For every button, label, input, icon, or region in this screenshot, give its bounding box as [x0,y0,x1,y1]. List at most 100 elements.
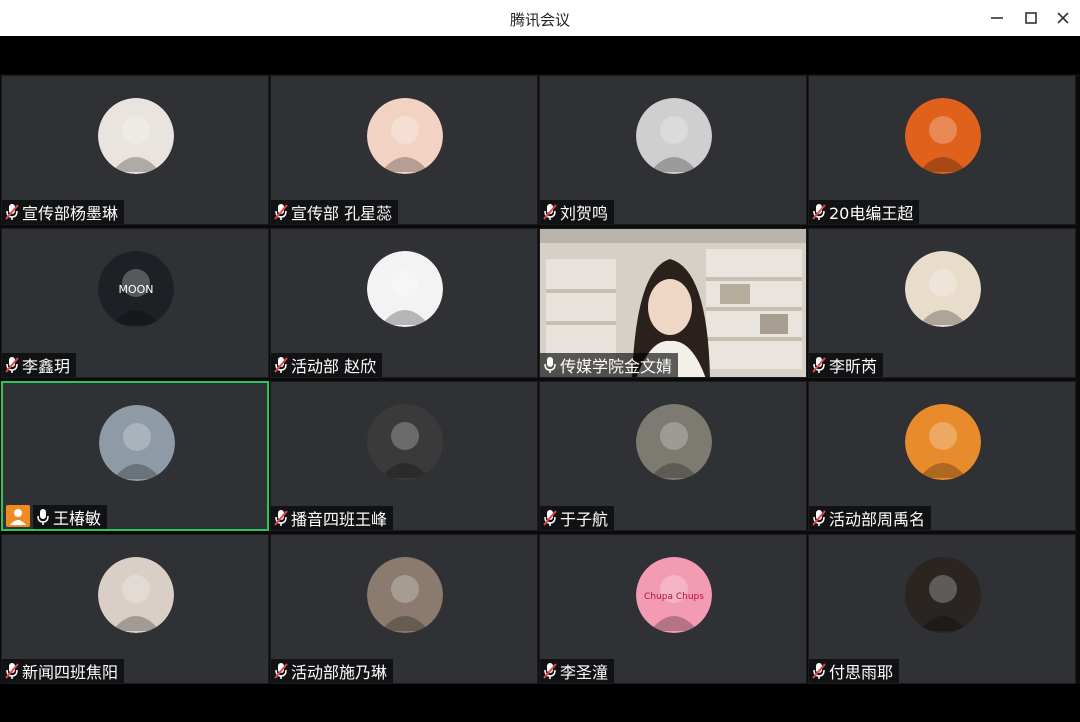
mic-muted-icon [5,357,19,373]
mic-muted-icon [812,204,826,220]
avatar-text: Chupa Chups [644,592,704,602]
anime-boy-avatar [905,404,981,480]
participant-avatar: Chupa Chups [636,557,712,633]
participant-name-bar: 宣传部 孔星蕊 [271,200,399,224]
mic-muted-icon [5,663,19,679]
participant-avatar [905,404,981,480]
participant-avatar: MOON [98,251,174,327]
participant-tile[interactable]: 传媒学院金文婧 [539,228,807,378]
participant-avatar [99,405,175,481]
participant-name: 活动部施乃琳 [291,663,388,682]
participant-name-bar: 李圣潼 [540,659,615,683]
participant-tile[interactable]: 宣传部 孔星蕊 [270,75,538,225]
participant-name: 播音四班王峰 [291,510,388,529]
participant-tile[interactable]: 活动部 赵欣 [270,228,538,378]
mic-muted-icon [274,357,288,373]
maximize-icon [1025,12,1037,24]
participant-avatar [636,98,712,174]
participant-name-bar: 20电编王超 [809,200,920,224]
moon-logo-avatar: MOON [98,251,174,327]
mic-muted-icon [274,204,288,220]
participant-name: 传媒学院金文婧 [560,357,673,376]
cap-boy-avatar [636,98,712,174]
mic-icon [544,357,556,373]
clothes-rack-avatar [99,405,175,481]
participant-name: 王椿敏 [53,509,102,528]
participant-tile[interactable]: 于子航 [539,381,807,531]
mic-muted-icon [812,510,826,526]
plush-toy-avatar [905,251,981,327]
participant-tile[interactable]: 20电编王超 [808,75,1076,225]
participant-name: 于子航 [560,510,609,529]
participant-avatar [367,557,443,633]
hiding-face-avatar [367,404,443,480]
participant-avatar [905,251,981,327]
mic-muted-icon [812,663,826,679]
participant-name-bar: 活动部周禹名 [809,506,932,530]
participant-avatar [367,98,443,174]
top-black-band [0,36,1080,74]
participant-tile[interactable]: 活动部施乃琳 [270,534,538,684]
participant-name-bar: 李昕芮 [809,353,884,377]
participant-name: 宣传部杨墨琳 [22,204,119,223]
close-icon [1057,12,1069,24]
mic-muted-icon [543,510,557,526]
red-hair-girl-avatar [98,98,174,174]
participant-name-bar: 活动部 赵欣 [271,353,383,377]
mic-icon [37,509,49,525]
dark-portrait-avatar [905,557,981,633]
host-badge [6,505,30,527]
participant-avatar [367,404,443,480]
participant-tile[interactable]: MOON 李鑫玥 [1,228,269,378]
mic-muted-icon [274,510,288,526]
participant-tile[interactable]: Chupa Chups 李圣潼 [539,534,807,684]
participant-name: 活动部 赵欣 [291,357,377,376]
mic-muted-icon [543,663,557,679]
mic-muted-icon [812,357,826,373]
participant-name: 活动部周禹名 [829,510,926,529]
participant-avatar [905,98,981,174]
participant-name-bar: 于子航 [540,506,615,530]
group-photo-avatar [367,557,443,633]
host-person-icon [10,509,26,525]
avatar-text: MOON [118,283,153,296]
orange-dog-avatar [905,98,981,174]
participant-name-bar: 新闻四班焦阳 [2,659,125,683]
minimize-icon [991,17,1003,19]
participant-name-bar: 刘贺鸣 [540,200,615,224]
mic-muted-icon [543,204,557,220]
window-title: 腾讯会议 [509,11,570,29]
participant-name: 宣传部 孔星蕊 [291,204,393,223]
participant-name: 付思雨耶 [829,663,894,682]
participant-tile[interactable]: 付思雨耶 [808,534,1076,684]
participant-avatar [636,404,712,480]
maximize-button[interactable] [1019,6,1043,30]
minimize-button[interactable] [985,6,1009,30]
participant-tile[interactable]: 播音四班王峰 [270,381,538,531]
participant-name: 刘贺鸣 [560,204,609,223]
participant-name-bar: 传媒学院金文婧 [540,353,679,377]
participant-name-bar: 播音四班王峰 [271,506,394,530]
participant-tile[interactable]: 活动部周禹名 [808,381,1076,531]
cartoon-sunglasses-avatar [367,251,443,327]
participant-name-bar: 活动部施乃琳 [271,659,394,683]
bottom-black-band [0,684,1080,722]
participant-name-bar: 王椿敏 [33,505,108,529]
mic-muted-icon [274,663,288,679]
participant-tile[interactable]: 宣传部杨墨琳 [1,75,269,225]
title-bar: 腾讯会议 [0,0,1080,37]
participant-name: 李鑫玥 [22,357,71,376]
participant-name: 20电编王超 [829,204,914,223]
participant-grid: 宣传部杨墨琳 宣传部 孔星蕊 刘贺鸣 20电编王超 MOON 李鑫玥 活动部 赵欣 传媒学院金… [0,74,1080,684]
participant-tile[interactable]: 王椿敏 [1,381,269,531]
participant-name: 新闻四班焦阳 [22,663,119,682]
old-man-avatar [636,404,712,480]
participant-name: 李圣潼 [560,663,609,682]
participant-avatar [98,98,174,174]
participant-tile[interactable]: 新闻四班焦阳 [1,534,269,684]
participant-tile[interactable]: 李昕芮 [808,228,1076,378]
pink-lollipop-avatar: Chupa Chups [636,557,712,633]
close-button[interactable] [1051,6,1075,30]
participant-tile[interactable]: 刘贺鸣 [539,75,807,225]
child-face-avatar [367,98,443,174]
